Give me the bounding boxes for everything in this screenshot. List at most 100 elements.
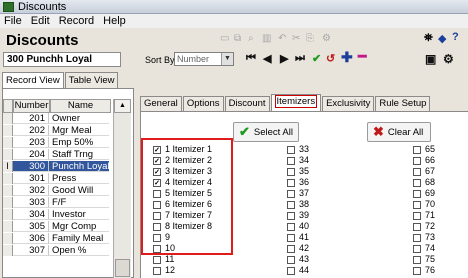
undo-icon[interactable]: ↶ xyxy=(278,34,288,44)
checkbox-box[interactable] xyxy=(153,255,161,264)
tab-general[interactable]: General xyxy=(140,96,182,111)
itemizer-checkbox[interactable]: 73 xyxy=(413,232,435,243)
row-selector[interactable] xyxy=(3,221,13,232)
menu-help[interactable]: Help xyxy=(99,15,131,27)
select-all-button[interactable]: ✔ Select All xyxy=(233,122,299,142)
table-row[interactable]: 201 Owner xyxy=(3,113,109,124)
table-row[interactable]: 202 Mgr Meal xyxy=(3,125,109,136)
checkbox-box[interactable] xyxy=(287,156,295,165)
checkbox-box[interactable] xyxy=(413,233,421,242)
itemizer-checkbox[interactable]: 68 xyxy=(413,177,435,188)
itemizer-checkbox[interactable]: 65 xyxy=(413,144,435,155)
new-record-icon[interactable]: ▭ xyxy=(220,34,230,44)
itemizer-checkbox[interactable]: 11 xyxy=(153,254,212,265)
itemizer-checkbox[interactable]: 36 xyxy=(287,177,309,188)
first-record-icon[interactable]: ⏮ xyxy=(246,52,256,65)
table-row[interactable]: 301 Press xyxy=(3,173,109,184)
checkbox-box[interactable] xyxy=(413,145,421,154)
checkbox-box[interactable] xyxy=(287,178,295,187)
checkbox-box[interactable] xyxy=(287,233,295,242)
sort-select[interactable]: Number ▼ xyxy=(174,52,234,66)
column-header-number[interactable]: Number xyxy=(13,99,50,113)
row-selector[interactable] xyxy=(3,173,13,184)
checkbox-box[interactable] xyxy=(287,244,295,253)
tab-record-view[interactable]: Record View xyxy=(2,72,64,88)
table-row[interactable]: I 300 Punchh Loyal xyxy=(3,161,109,172)
row-selector[interactable] xyxy=(3,197,13,208)
row-selector[interactable] xyxy=(3,137,13,148)
scrollbar[interactable]: ▲ xyxy=(113,99,131,278)
table-row[interactable]: 303 F/F xyxy=(3,197,109,208)
itemizer-checkbox[interactable]: 76 xyxy=(413,265,435,276)
add-record-icon[interactable]: ✚ xyxy=(341,49,353,66)
row-selector[interactable] xyxy=(3,125,13,136)
scroll-thumb[interactable] xyxy=(115,259,130,277)
row-selector[interactable] xyxy=(3,113,13,124)
scroll-up-icon[interactable]: ▲ xyxy=(114,99,131,113)
checkbox-box[interactable] xyxy=(287,211,295,220)
tab-exclusivity[interactable]: Exclusivity xyxy=(322,96,375,111)
next-record-icon[interactable]: ▶ xyxy=(280,52,288,65)
checkbox-box[interactable] xyxy=(287,167,295,176)
checkbox-box[interactable] xyxy=(413,222,421,231)
binoculars-icon[interactable]: ⛯ xyxy=(424,32,433,45)
row-selector[interactable]: I xyxy=(3,161,13,172)
row-selector[interactable] xyxy=(3,209,13,220)
itemizer-checkbox[interactable]: 35 xyxy=(287,166,309,177)
tab-rule-setup[interactable]: Rule Setup xyxy=(375,96,431,111)
checkbox-box[interactable] xyxy=(413,255,421,264)
itemizer-checkbox[interactable]: 40 xyxy=(287,221,309,232)
row-selector[interactable] xyxy=(3,245,13,256)
table-row[interactable]: 203 Emp 50% xyxy=(3,137,109,148)
itemizer-checkbox[interactable]: 39 xyxy=(287,210,309,221)
cut-icon[interactable]: ✂ xyxy=(292,34,302,44)
checkbox-box[interactable] xyxy=(413,266,421,275)
checkbox-box[interactable] xyxy=(287,222,295,231)
tab-discount[interactable]: Discount xyxy=(224,96,270,111)
menu-file[interactable]: File xyxy=(0,15,27,27)
menu-record[interactable]: Record xyxy=(55,15,99,27)
itemizer-checkbox[interactable]: 44 xyxy=(287,265,309,276)
itemizer-checkbox[interactable]: 12 xyxy=(153,265,212,276)
checkbox-box[interactable] xyxy=(413,211,421,220)
column-header-name[interactable]: Name xyxy=(50,99,111,113)
undo-red-icon[interactable]: ↺ xyxy=(326,52,335,65)
table-row[interactable]: 304 Investor xyxy=(3,209,109,220)
checkbox-box[interactable] xyxy=(413,167,421,176)
row-selector[interactable] xyxy=(3,233,13,244)
clear-all-button[interactable]: ✖ Clear All xyxy=(367,122,431,142)
itemizer-checkbox[interactable]: 69 xyxy=(413,188,435,199)
itemizer-checkbox[interactable]: 74 xyxy=(413,243,435,254)
checkbox-box[interactable] xyxy=(413,189,421,198)
remove-record-icon[interactable]: ━ xyxy=(358,48,366,65)
chevron-down-icon[interactable]: ▼ xyxy=(221,53,233,65)
row-selector[interactable] xyxy=(3,185,13,196)
settings-icon[interactable]: ⚙ xyxy=(322,34,332,44)
checkbox-box[interactable] xyxy=(287,255,295,264)
options-icon[interactable]: ⚙ xyxy=(443,52,454,66)
print-icon[interactable]: ▣ xyxy=(425,52,436,66)
itemizer-checkbox[interactable]: 37 xyxy=(287,188,309,199)
eraser-icon[interactable]: ◆ xyxy=(438,32,446,45)
tab-options[interactable]: Options xyxy=(182,96,224,111)
tab-itemizers[interactable]: Itemizers xyxy=(270,94,322,111)
itemizer-checkbox[interactable]: 38 xyxy=(287,199,309,210)
checkbox-box[interactable] xyxy=(153,266,161,275)
itemizer-checkbox[interactable]: 72 xyxy=(413,221,435,232)
itemizer-checkbox[interactable]: 33 xyxy=(287,144,309,155)
checkbox-box[interactable] xyxy=(413,156,421,165)
itemizer-checkbox[interactable]: 42 xyxy=(287,243,309,254)
itemizer-checkbox[interactable]: 66 xyxy=(413,155,435,166)
table-row[interactable]: 305 Mgr Comp xyxy=(3,221,109,232)
checkbox-box[interactable] xyxy=(413,200,421,209)
checkbox-box[interactable] xyxy=(287,189,295,198)
prev-record-icon[interactable]: ◀ xyxy=(263,52,271,65)
delete-record-icon[interactable]: ▥ xyxy=(262,34,272,44)
checkbox-box[interactable] xyxy=(413,244,421,253)
itemizer-checkbox[interactable]: 41 xyxy=(287,232,309,243)
paste-icon[interactable]: ⎘ xyxy=(306,34,316,44)
checkbox-box[interactable] xyxy=(287,266,295,275)
itemizer-checkbox[interactable]: 67 xyxy=(413,166,435,177)
menu-edit[interactable]: Edit xyxy=(27,15,55,27)
table-row[interactable]: 306 Family Meal xyxy=(3,233,109,244)
